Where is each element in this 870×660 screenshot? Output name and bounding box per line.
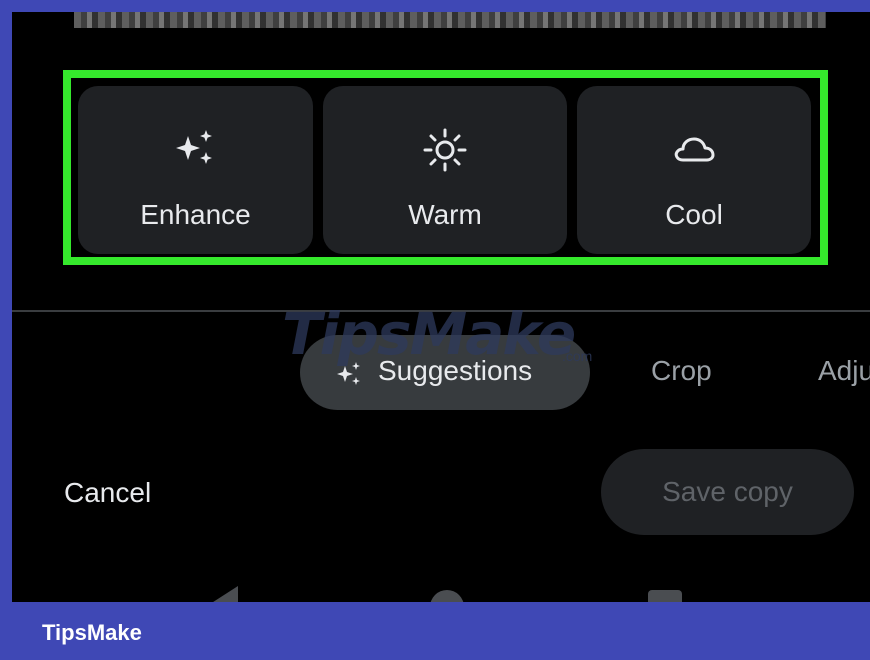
tab-suggestions-label[interactable]: Suggestions	[378, 355, 532, 387]
filters-highlight-box	[63, 70, 828, 265]
watermark-suffix: .com	[562, 348, 593, 364]
nav-home-icon[interactable]	[430, 590, 464, 602]
photo-preview	[74, 12, 826, 28]
save-copy-button[interactable]: Save copy	[601, 449, 854, 535]
photo-editor-screen: Enhance Warm Cool TipsMake .com Suggesti…	[12, 12, 870, 602]
cancel-button[interactable]: Cancel	[64, 477, 151, 509]
nav-back-icon[interactable]	[210, 586, 238, 602]
tab-crop[interactable]: Crop	[651, 355, 712, 387]
nav-recents-icon[interactable]	[648, 590, 682, 602]
tab-adjust[interactable]: Adju	[818, 355, 870, 387]
brand-logo: TipsMake	[42, 620, 142, 645]
